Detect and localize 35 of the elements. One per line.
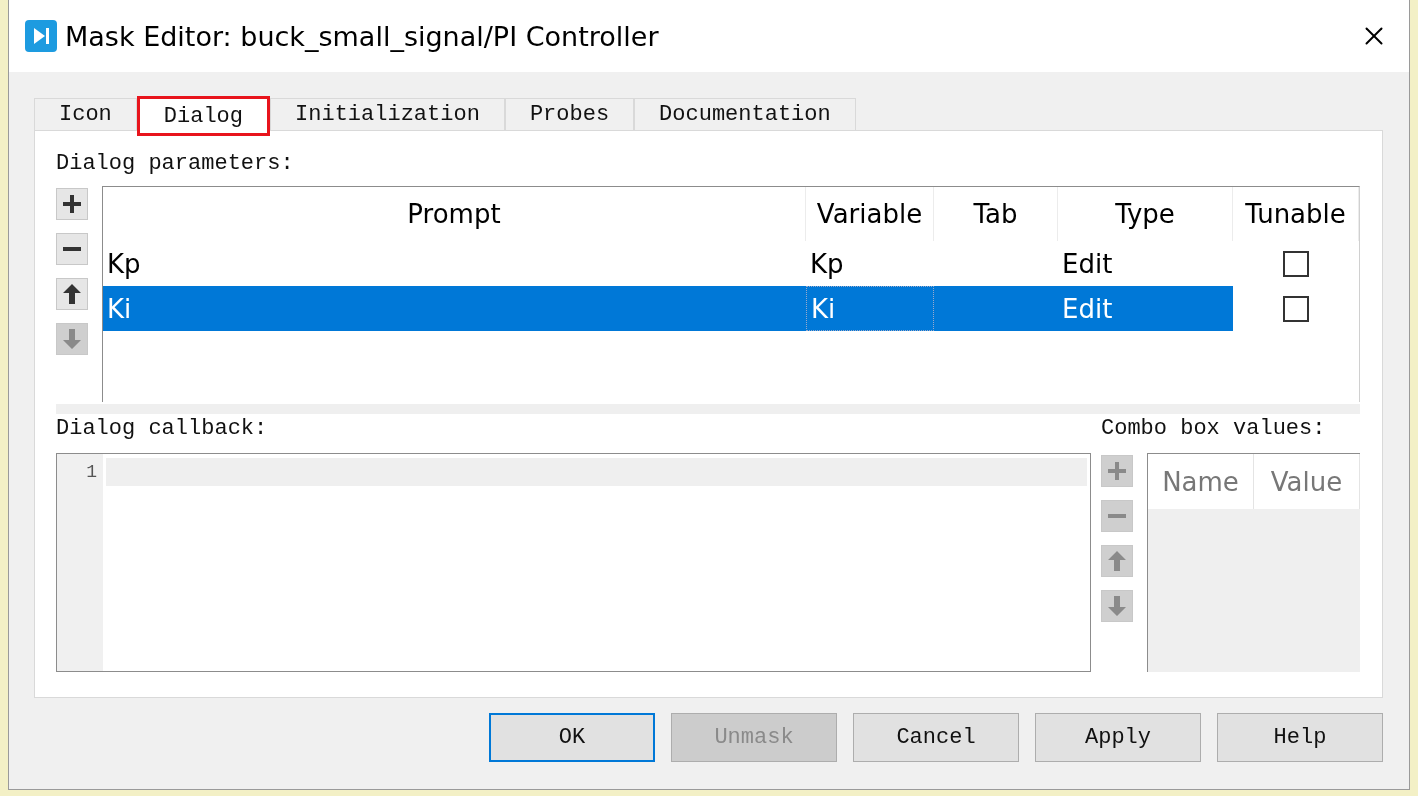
dialog-button[interactable]: Apply — [1035, 713, 1201, 762]
minus-icon — [63, 247, 81, 251]
arrow-up-icon — [63, 284, 81, 304]
tab[interactable]: Documentation — [634, 98, 856, 130]
tab[interactable]: Probes — [504, 98, 635, 130]
column-header[interactable]: Tunable — [1233, 187, 1359, 241]
column-header[interactable]: Value — [1254, 454, 1360, 509]
table-cell[interactable]: Ki — [806, 286, 934, 331]
table-cell[interactable]: Edit — [1058, 286, 1233, 331]
arrow-up-icon — [1108, 551, 1126, 571]
plus-icon — [63, 195, 81, 213]
table-cell[interactable]: Ki — [103, 286, 806, 331]
section-label: Dialog parameters: — [56, 151, 295, 176]
tab[interactable]: Icon — [34, 98, 137, 130]
remove-button[interactable] — [56, 233, 88, 265]
arrow-down-icon — [63, 329, 81, 349]
section-label: Combo box values: — [1101, 416, 1327, 441]
dialog-button[interactable]: Cancel — [853, 713, 1019, 762]
column-header[interactable]: Name — [1148, 454, 1254, 509]
app-icon — [25, 20, 57, 52]
tab[interactable]: Dialog — [136, 96, 271, 136]
line-number: 1 — [86, 462, 97, 482]
checkbox[interactable] — [1283, 250, 1309, 277]
tab[interactable]: Initialization — [270, 98, 505, 130]
checkbox[interactable] — [1283, 295, 1309, 322]
move-up-button[interactable] — [56, 278, 88, 310]
minus-icon — [1108, 514, 1126, 518]
add-button[interactable] — [56, 188, 88, 220]
code-editor[interactable]: 1 — [56, 453, 1091, 672]
window-title: Mask Editor: buck_small_signal/PI Controller — [65, 20, 660, 52]
plus-icon — [1108, 462, 1126, 480]
dialog-button[interactable]: Help — [1217, 713, 1383, 762]
section-label: Dialog callback: — [56, 416, 269, 441]
dialog-button[interactable]: OK — [489, 713, 655, 762]
arrow-down-icon — [1108, 596, 1126, 616]
